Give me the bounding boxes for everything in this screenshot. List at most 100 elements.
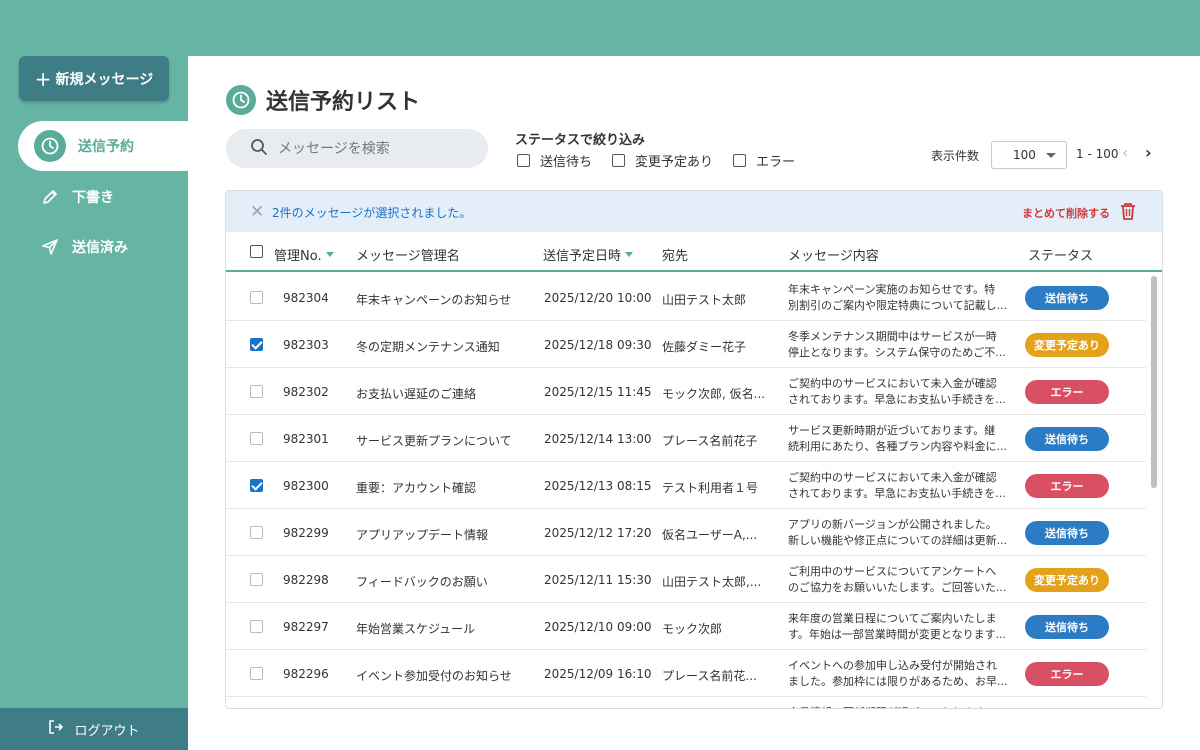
- header-label: メッセージ内容: [788, 249, 879, 264]
- cell-name: 年末キャンペーンのお知らせ: [356, 293, 512, 307]
- table-row[interactable]: 982303 冬の定期メンテナンス通知 2025/12/18 09:30 佐藤ダミー花…: [226, 321, 1146, 368]
- page-title: 送信予約リスト: [226, 84, 420, 116]
- cell-content: ご契約中のサービスにおいて未入金が確認 されております。早急にお支払い手続きを.…: [788, 377, 1006, 406]
- sidebar-item-sent[interactable]: 送信済み: [18, 222, 188, 272]
- table-row[interactable]: 982302 お支払い遅延のご連絡 2025/12/15 11:45 モック次郎, 仮…: [226, 368, 1146, 415]
- table-row[interactable]: 会員情報の更新期限が近づいております...: [226, 697, 1146, 708]
- cell-recipient: モック次郎: [662, 622, 723, 636]
- sort-down-icon: [625, 252, 634, 257]
- cell-name: 冬の定期メンテナンス通知: [356, 340, 500, 354]
- top-bar: [0, 0, 1200, 56]
- cell-content: 年末キャンペーン実施のお知らせです。特 別割引のご案内や限定特典について記載し.…: [788, 283, 1008, 312]
- bulk-delete-button[interactable]: まとめて削除する: [1022, 205, 1110, 221]
- status-badge: エラー: [1025, 474, 1109, 498]
- cell-no: 982300: [283, 479, 329, 493]
- cell-content: 来年度の営業日程についてご案内いたしま す。年始は一部営業時間が変更となります.…: [788, 612, 1007, 641]
- page-title-text: 送信予約リスト: [266, 90, 421, 115]
- plus-icon: +: [34, 66, 52, 91]
- scrollbar-thumb[interactable]: [1151, 276, 1157, 488]
- row-checkbox[interactable]: [250, 291, 263, 307]
- search-icon: [250, 138, 268, 160]
- table-row[interactable]: 982300 重要：アカウント確認 2025/12/13 08:15 テスト利用者１号…: [226, 462, 1146, 509]
- filter-title: ステータスで絞り込み: [515, 133, 646, 148]
- chevron-right-icon[interactable]: ›: [1145, 143, 1152, 162]
- header-label: 送信予定日時: [543, 249, 622, 264]
- cell-no: 982303: [283, 338, 329, 352]
- cell-date: 2025/12/14 13:00: [544, 432, 652, 446]
- trash-icon[interactable]: [1120, 202, 1136, 224]
- cell-recipient: 山田テスト太郎: [662, 293, 747, 307]
- table-row[interactable]: 982304 年末キャンペーンのお知らせ 2025/12/20 10:00 山田テスト…: [226, 274, 1146, 321]
- cell-recipient: プレース名前花...: [662, 669, 757, 683]
- cell-date: 2025/12/10 09:00: [544, 620, 652, 634]
- search-input[interactable]: [278, 140, 468, 157]
- header-label: メッセージ管理名: [356, 249, 460, 264]
- search-box[interactable]: [226, 129, 488, 168]
- cell-name: イベント参加受付のお知らせ: [356, 669, 512, 683]
- row-checkbox[interactable]: [250, 432, 263, 448]
- table-row[interactable]: 982297 年始営業スケジュール 2025/12/10 09:00 モック次郎 来年度…: [226, 603, 1146, 650]
- header-label: ステータス: [1028, 249, 1094, 264]
- table-row[interactable]: 982301 サービス更新プランについて 2025/12/14 13:00 プレース名…: [226, 415, 1146, 462]
- table-row[interactable]: 982298 フィードバックのお願い 2025/12/11 15:30 山田テスト太郎…: [226, 556, 1146, 603]
- cell-content: イベントへの参加申し込み受付が開始され ました。参加枠には限りがあるため、お早.…: [788, 659, 1008, 688]
- cell-name: サービス更新プランについて: [356, 434, 512, 448]
- header-content: メッセージ内容: [788, 245, 879, 264]
- filter-error[interactable]: エラー: [733, 151, 795, 170]
- page-size-select[interactable]: 100: [991, 141, 1067, 169]
- filter-checkbox[interactable]: [517, 154, 530, 167]
- filter-pending[interactable]: 送信待ち: [517, 151, 592, 170]
- filter-label: 変更予定あり: [635, 155, 714, 170]
- chevron-left-icon[interactable]: ‹: [1122, 143, 1128, 162]
- cell-content: 冬季メンテナンス期間中はサービスが一時 停止となります。システム保守のためご不.…: [788, 330, 1006, 359]
- cell-date: 2025/12/13 08:15: [544, 479, 652, 493]
- sidebar-item-label: 送信済み: [72, 240, 128, 256]
- filter-change[interactable]: 変更予定あり: [612, 151, 713, 170]
- status-badge: エラー: [1025, 662, 1109, 686]
- table-row[interactable]: 982299 アプリアップデート情報 2025/12/12 17:20 仮名ユーザーA…: [226, 509, 1146, 556]
- cell-recipient: 佐藤ダミー花子: [662, 340, 747, 354]
- cell-no: 982298: [283, 573, 329, 587]
- status-badge: 変更予定あり: [1025, 333, 1109, 357]
- header-to: 宛先: [662, 245, 688, 264]
- header-label: 管理No.: [274, 249, 322, 264]
- cell-no: 982304: [283, 291, 329, 305]
- row-checkbox[interactable]: [250, 479, 263, 495]
- row-checkbox[interactable]: [250, 526, 263, 542]
- cell-no: 982297: [283, 620, 329, 634]
- cell-recipient: テスト利用者１号: [662, 481, 759, 495]
- sidebar-item-scheduled[interactable]: 送信予約: [18, 121, 188, 171]
- cell-no: 982299: [283, 526, 329, 540]
- cell-content: ご契約中のサービスにおいて未入金が確認 されております。早急にお支払い手続きを.…: [788, 471, 1006, 500]
- table-body: 982304 年末キャンペーンのお知らせ 2025/12/20 10:00 山田テスト…: [226, 274, 1162, 708]
- header-label: 宛先: [662, 249, 689, 264]
- select-all-checkbox[interactable]: [250, 245, 263, 258]
- cell-date: 2025/12/18 09:30: [544, 338, 652, 352]
- row-checkbox[interactable]: [250, 338, 263, 354]
- status-badge: 送信待ち: [1025, 286, 1109, 310]
- table-row[interactable]: 982296 イベント参加受付のお知らせ 2025/12/09 16:10 プレース名…: [226, 650, 1146, 697]
- page-size-label: 表示件数: [931, 149, 980, 163]
- status-badge: 送信待ち: [1025, 615, 1109, 639]
- status-badge: 変更予定あり: [1025, 568, 1109, 592]
- header-date[interactable]: 送信予定日時: [543, 245, 634, 264]
- new-message-button[interactable]: + 新規メッセージ: [19, 56, 169, 101]
- filter-checkbox[interactable]: [612, 154, 626, 167]
- row-checkbox[interactable]: [250, 573, 263, 589]
- clock-icon: [34, 130, 66, 162]
- logout-button[interactable]: ログアウト: [0, 708, 188, 750]
- cell-date: 2025/12/09 16:10: [544, 667, 652, 681]
- header-no[interactable]: 管理No.: [274, 245, 334, 264]
- logout-icon: [48, 719, 64, 739]
- row-checkbox[interactable]: [250, 620, 263, 636]
- filter-checkbox[interactable]: [733, 154, 747, 167]
- cell-recipient: 仮名ユーザーA,...: [662, 528, 758, 542]
- filter-label: 送信待ち: [540, 155, 593, 170]
- cell-date: 2025/12/20 10:00: [544, 291, 652, 305]
- cell-no: 982302: [283, 385, 329, 399]
- sidebar-item-drafts[interactable]: 下書き: [18, 172, 188, 222]
- message-table-panel: ✕ 2件のメッセージが選択されました。 まとめて削除する 管理No. メッセージ…: [225, 190, 1163, 709]
- row-checkbox[interactable]: [250, 385, 263, 401]
- row-checkbox[interactable]: [250, 667, 263, 683]
- clear-selection-icon[interactable]: ✕: [250, 202, 264, 222]
